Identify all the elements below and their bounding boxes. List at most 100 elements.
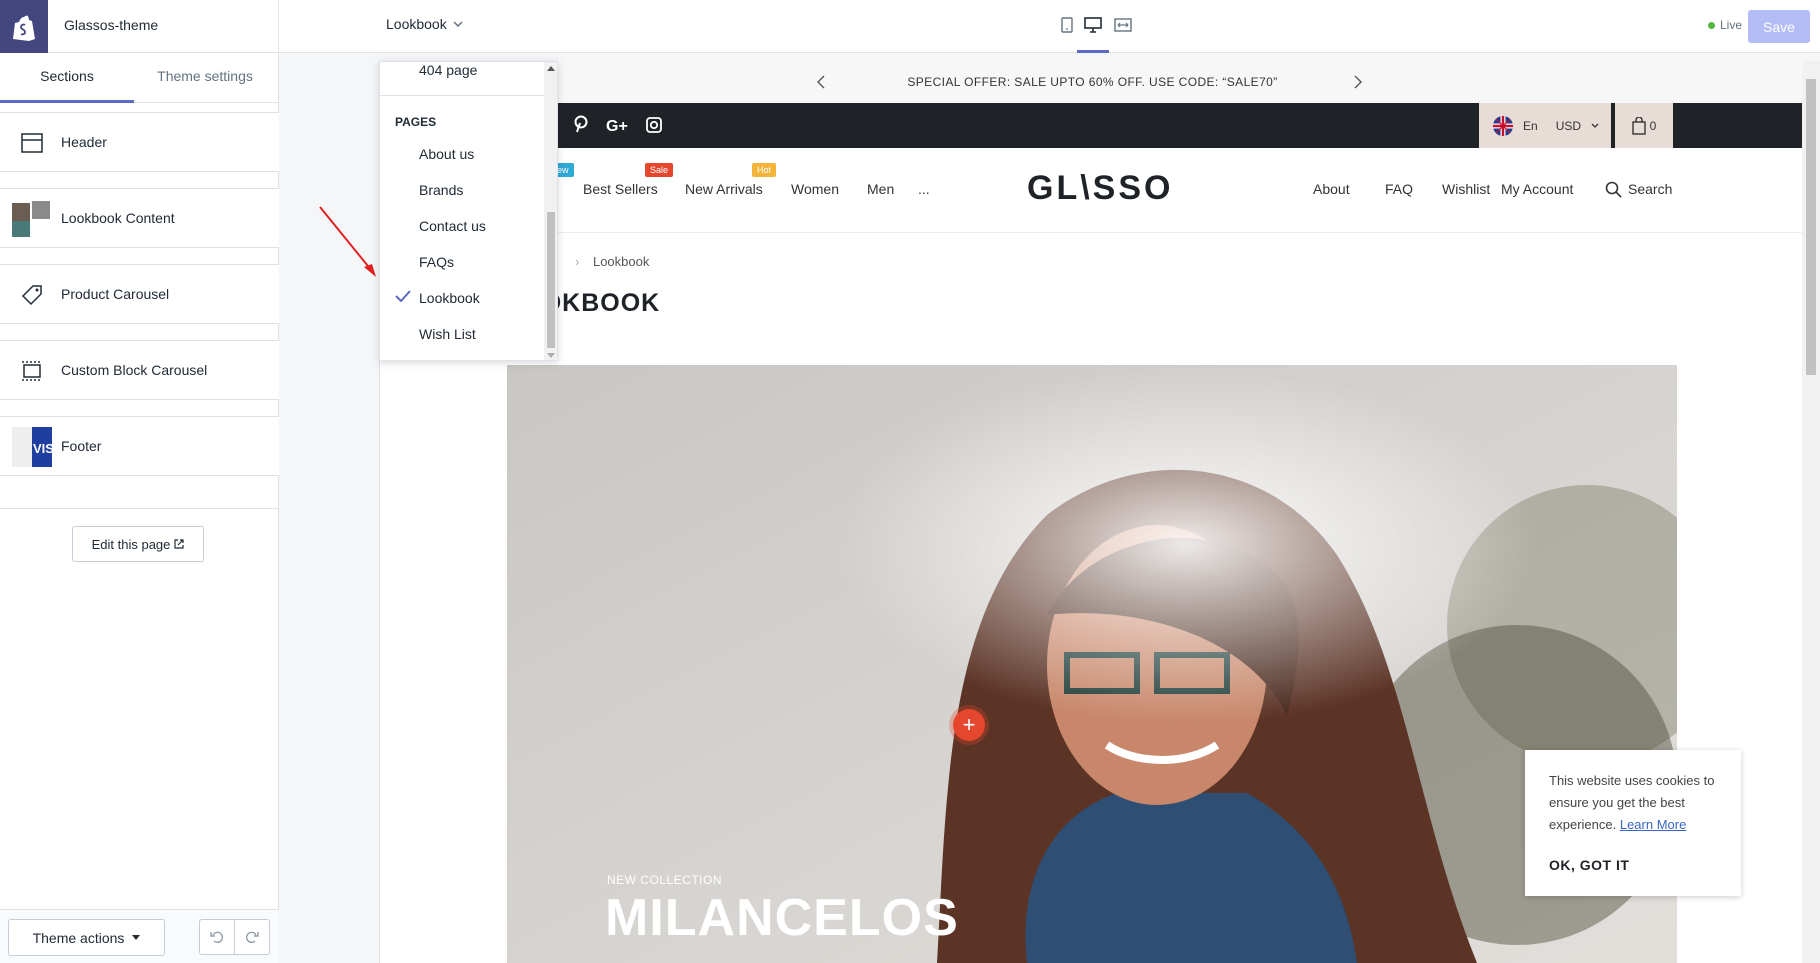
nav-badge-hot: Hot [752, 163, 777, 177]
breadcrumb-current: Lookbook [592, 254, 650, 269]
dropdown-group-header: PAGES [395, 115, 437, 129]
chevron-down-icon [453, 21, 463, 27]
nav-link-faq[interactable]: FAQ [1385, 181, 1413, 197]
svg-text:G+: G+ [606, 118, 628, 133]
dropdown-item-wish-list[interactable]: Wish List [419, 326, 476, 342]
undo-icon [209, 929, 225, 945]
redo-button[interactable] [234, 919, 270, 955]
nav-link-women[interactable]: Women [791, 181, 839, 197]
nav-link-my-account[interactable]: My Account [1501, 181, 1573, 197]
shopping-bag-icon [1631, 116, 1646, 135]
nav-link-best-sellers[interactable]: Best Sellers [583, 181, 658, 197]
page-dropdown-menu: 404 page PAGES About us Brands Contact u… [379, 61, 558, 361]
live-dot-icon [1708, 21, 1715, 29]
shopify-logo-icon[interactable] [0, 0, 48, 53]
search-icon[interactable] [1605, 181, 1622, 198]
save-button[interactable]: Save [1748, 10, 1810, 43]
cookie-accept-button[interactable]: OK, GOT IT [1549, 854, 1629, 876]
tab-theme-settings[interactable]: Theme settings [138, 68, 272, 84]
tag-icon [12, 279, 52, 311]
section-item-label: Custom Block Carousel [61, 362, 208, 378]
nav-badge-sale: Sale [645, 163, 674, 177]
section-item-label: Footer [61, 438, 102, 454]
external-link-icon [174, 539, 184, 549]
preview-scrollbar[interactable] [1802, 61, 1820, 963]
image-thumbnail-icon [12, 201, 52, 237]
breadcrumb-separator-icon: › [575, 254, 580, 269]
google-plus-icon[interactable]: G+ [606, 116, 632, 134]
language-label: En [1523, 118, 1538, 133]
section-item-label: Lookbook Content [61, 210, 175, 226]
sidebar-divider [0, 508, 279, 509]
editor-topbar: Glassos-theme Lookbook Live Save [0, 0, 1820, 53]
edit-page-label: Edit this page [91, 536, 171, 552]
lookbook-hero-image: + NEW COLLECTION MILANCELOS [507, 365, 1677, 963]
nav-link-search[interactable]: Search [1628, 181, 1672, 197]
undo-button[interactable] [199, 919, 235, 955]
dropdown-item-faqs[interactable]: FAQs [419, 254, 454, 270]
chevron-right-icon[interactable] [1353, 74, 1363, 90]
nav-more[interactable]: ... [918, 181, 930, 197]
dropdown-item-brands[interactable]: Brands [419, 182, 463, 198]
pinterest-icon[interactable] [572, 115, 590, 133]
section-item-lookbook-content[interactable]: Lookbook Content [0, 188, 279, 248]
theme-preview-frame: SPECIAL OFFER: SALE UPTO 60% OFF. USE CO… [379, 61, 1804, 963]
announcement-bar: SPECIAL OFFER: SALE UPTO 60% OFF. USE CO… [380, 61, 1804, 103]
dropdown-item-about-us[interactable]: About us [419, 146, 474, 162]
live-status: Live [1708, 18, 1742, 32]
store-logo[interactable]: GL\SSO [1027, 169, 1173, 208]
section-item-label: Product Carousel [61, 286, 170, 302]
header-layout-icon [12, 127, 52, 159]
cart-button[interactable]: 0 [1615, 103, 1673, 148]
device-active-indicator [1077, 50, 1109, 53]
svg-text:VIS: VIS [33, 441, 52, 456]
nav-link-wishlist[interactable]: Wishlist [1442, 181, 1490, 197]
mobile-view-icon[interactable] [1056, 14, 1078, 36]
theme-name: Glassos-theme [64, 17, 159, 33]
currency-label: USD [1555, 118, 1582, 133]
fullscreen-view-icon[interactable] [1112, 14, 1134, 36]
chevron-down-icon [1591, 123, 1599, 128]
redo-icon [244, 929, 260, 945]
tab-sections[interactable]: Sections [0, 68, 134, 84]
dropdown-item-404[interactable]: 404 page [419, 62, 477, 78]
tab-active-indicator [0, 100, 134, 103]
scroll-down-icon[interactable] [547, 353, 555, 358]
scroll-up-icon[interactable] [547, 66, 555, 71]
store-navbar: ew Best Sellers Sale New Arrivals Hot Wo… [380, 148, 1804, 233]
announcement-text: SPECIAL OFFER: SALE UPTO 60% OFF. USE CO… [907, 75, 1278, 89]
section-item-label: Header [61, 134, 107, 150]
dropdown-scrollbar[interactable] [544, 62, 557, 360]
desktop-view-icon[interactable] [1082, 14, 1104, 36]
dropdown-item-contact-us[interactable]: Contact us [419, 218, 486, 234]
nav-link-new-arrivals[interactable]: New Arrivals [685, 181, 763, 197]
scrollbar-thumb[interactable] [1806, 79, 1816, 375]
nav-link-men[interactable]: Men [867, 181, 894, 197]
section-item-header[interactable]: Header [0, 112, 279, 172]
cart-count: 0 [1649, 118, 1657, 133]
dropdown-item-lookbook[interactable]: Lookbook [419, 290, 480, 306]
cookie-banner: This website uses cookies to ensure you … [1525, 750, 1741, 896]
section-item-custom-block-carousel[interactable]: Custom Block Carousel [0, 340, 279, 400]
page-selector[interactable]: Lookbook [386, 16, 463, 32]
section-item-footer[interactable]: VIS Footer [0, 416, 279, 476]
checkmark-icon [395, 290, 411, 302]
payment-thumbnail-icon: VIS [12, 427, 52, 467]
theme-actions-label: Theme actions [32, 929, 125, 946]
edit-page-button[interactable]: Edit this page [72, 526, 204, 562]
chevron-left-icon[interactable] [816, 74, 826, 90]
carousel-icon [12, 355, 52, 387]
lookbook-hotspot-button[interactable]: + [953, 709, 985, 741]
annotation-arrow-icon [318, 205, 380, 281]
instagram-icon[interactable] [645, 116, 663, 134]
language-currency-selector[interactable]: En USD [1479, 103, 1611, 148]
theme-actions-button[interactable]: Theme actions [8, 919, 165, 956]
scrollbar-thumb[interactable] [547, 212, 555, 348]
cookie-learn-more-link[interactable]: Learn More [1620, 817, 1686, 832]
page-selector-label: Lookbook [386, 16, 447, 32]
sidebar-tabs: Sections Theme settings [0, 53, 278, 103]
hero-title: MILANCELOS [605, 889, 959, 947]
live-label: Live [1720, 18, 1743, 32]
section-item-product-carousel[interactable]: Product Carousel [0, 264, 279, 324]
nav-link-about[interactable]: About [1313, 181, 1350, 197]
